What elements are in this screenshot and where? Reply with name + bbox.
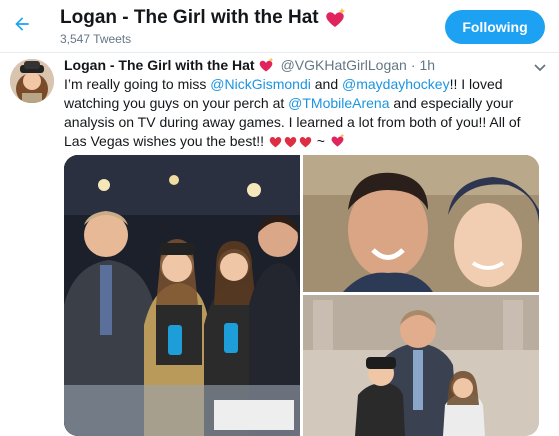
tweet-photo-selfie[interactable] [303,155,539,292]
tweet-timestamp[interactable]: 1h [420,57,436,73]
tweet-author-name[interactable]: Logan - The Girl with the Hat [64,57,255,73]
red-heart-icon [284,137,297,148]
tweet-text-part: and [310,76,342,92]
arrow-left-icon [15,17,29,31]
separator-dot: · [410,57,416,73]
sparkling-heart-icon [259,57,273,72]
avatar[interactable] [10,59,54,103]
chevron-down-icon [534,64,546,72]
tweet[interactable]: Logan - The Girl with the Hat @VGKHatGir… [0,53,559,436]
profile-title: Logan - The Girl with the Hat [60,7,347,29]
profile-header: Logan - The Girl with the Hat 3,547 Twee… [0,0,559,53]
tweet-photo-arena-outdoor[interactable] [303,295,539,436]
profile-title-text: Logan - The Girl with the Hat [60,7,319,28]
following-button[interactable]: Following [445,10,545,44]
red-heart-icon [299,137,312,148]
mention-link[interactable]: @maydayhockey [342,76,450,92]
mention-link[interactable]: @NickGismondi [210,76,311,92]
back-button[interactable] [8,10,36,38]
tweet-menu-button[interactable] [532,59,548,75]
mention-link[interactable]: @TMobileArena [288,95,389,111]
tweet-text-part: I’m really going to miss [64,76,211,92]
sparkling-heart-icon [325,8,345,27]
tweet-header: Logan - The Girl with the Hat @VGKHatGir… [64,57,435,73]
tweet-media-grid [64,155,539,436]
red-heart-icon [269,137,282,148]
tweet-author-handle[interactable]: @VGKHatGirlLogan [281,57,407,73]
tweet-count: 3,547 Tweets [60,32,132,46]
tweet-text-part: ~ [312,133,329,149]
tweet-text: I’m really going to miss @NickGismondi a… [64,75,544,151]
sparkling-heart-icon [331,133,345,147]
tweet-photo-broadcast-booth[interactable] [64,155,300,436]
